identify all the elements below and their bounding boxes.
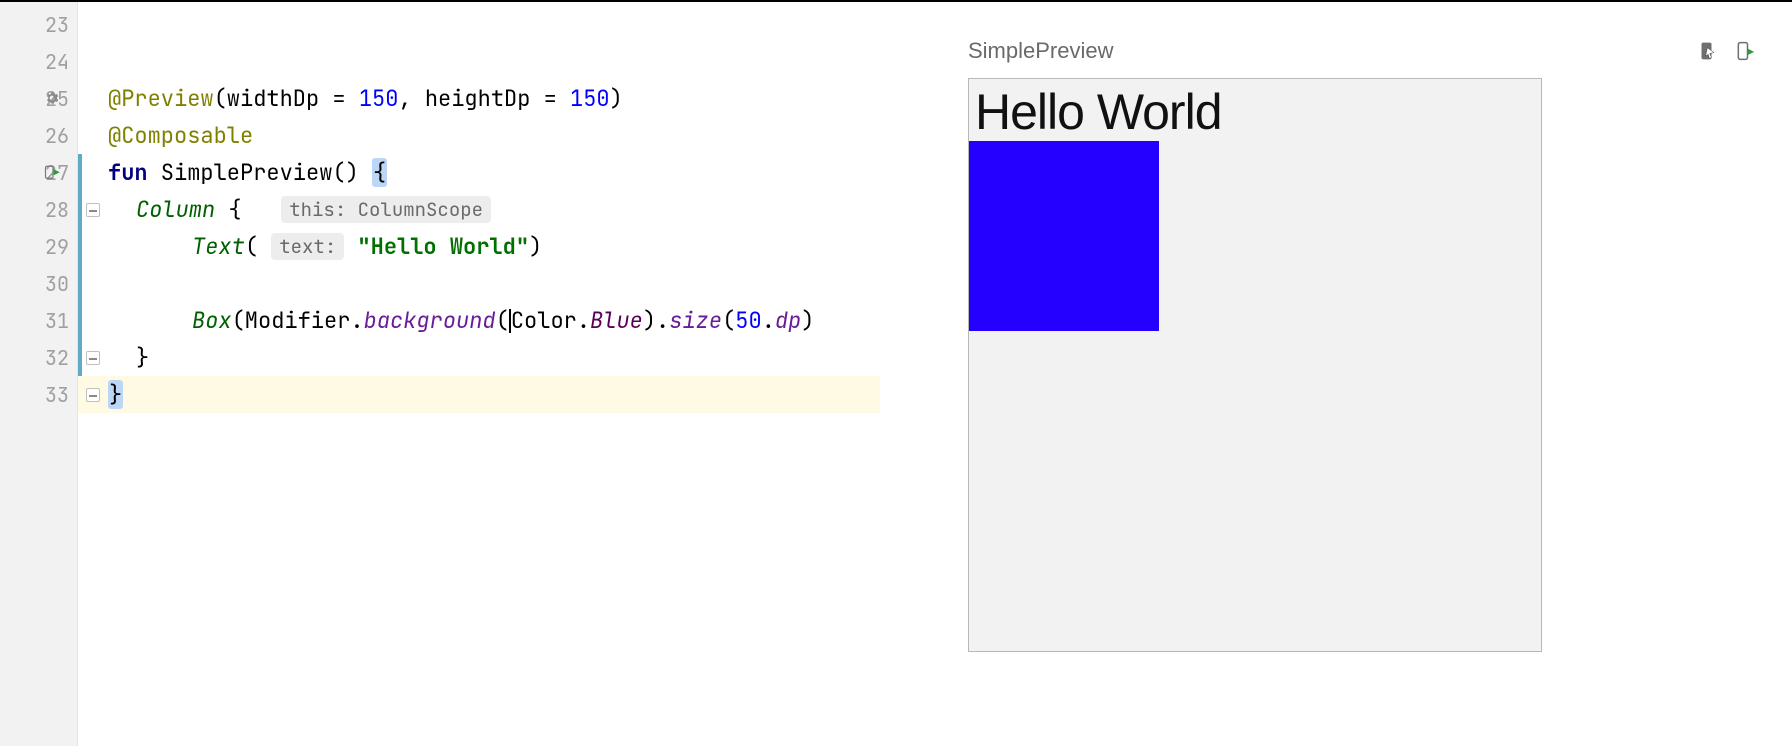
extension-fn: size xyxy=(669,306,722,335)
change-indicator xyxy=(78,339,82,376)
gutter-row[interactable]: 30 xyxy=(0,265,77,302)
enum-value: Blue xyxy=(590,306,643,335)
code-line-current[interactable]: } xyxy=(78,376,880,413)
code-punct: ( xyxy=(496,306,509,335)
code-punct: ) xyxy=(801,306,814,335)
code-punct: . xyxy=(762,306,775,335)
change-indicator xyxy=(78,191,82,228)
change-indicator xyxy=(78,228,82,265)
line-number: 29 xyxy=(45,234,69,260)
extension-prop: dp xyxy=(775,306,801,335)
run-preview-icon[interactable] xyxy=(44,164,62,182)
code-punct: (Modifier. xyxy=(232,306,364,335)
annotation: @Preview xyxy=(108,84,214,113)
editor-pane[interactable]: 23 24 25 26 27 28 29 30 31 32 33 xyxy=(0,2,880,746)
gutter-row[interactable]: 29 xyxy=(0,228,77,265)
extension-fn: background xyxy=(364,306,496,335)
inlay-hint: text: xyxy=(271,233,344,260)
code-line[interactable]: Box(Modifier.background(Color.Blue).size… xyxy=(78,302,880,339)
code-punct: , heightDp = xyxy=(398,84,570,113)
gutter-row[interactable]: 23 xyxy=(0,6,77,43)
function-name: SimplePreview() xyxy=(148,158,372,187)
preview-text-hello: Hello World xyxy=(969,79,1541,141)
line-number: 26 xyxy=(45,123,69,149)
code-line[interactable]: Text( text: "Hello World") xyxy=(78,228,880,265)
code-line[interactable]: fun SimplePreview() { xyxy=(78,154,880,191)
code-punct: ) xyxy=(610,84,623,113)
gutter-row[interactable]: 32 xyxy=(0,339,77,376)
code-line[interactable]: @Composable xyxy=(78,117,880,154)
gutter-row[interactable]: 28 xyxy=(0,191,77,228)
fold-handle-icon[interactable] xyxy=(86,388,100,402)
string-literal: "Hello World" xyxy=(344,232,529,261)
line-number: 31 xyxy=(45,308,69,334)
code-punct: { xyxy=(215,195,281,224)
preview-title: SimplePreview xyxy=(968,38,1114,64)
code-punct: (widthDp = xyxy=(214,84,359,113)
gutter-row[interactable]: 27 xyxy=(0,154,77,191)
composable-call: Box xyxy=(192,306,232,335)
brace-close: } xyxy=(108,380,123,409)
code-punct: ( xyxy=(722,306,735,335)
interactive-preview-icon[interactable] xyxy=(1698,40,1720,62)
change-indicator xyxy=(78,265,82,302)
code-line[interactable] xyxy=(78,6,880,43)
code-line[interactable]: } xyxy=(78,339,880,376)
line-number: 24 xyxy=(45,49,69,75)
code-area[interactable]: @Preview(widthDp = 150, heightDp = 150) … xyxy=(78,2,880,746)
preview-pane: SimplePreview Hello World xyxy=(880,2,1792,746)
line-number: 32 xyxy=(45,345,69,371)
composable-call: Column xyxy=(136,195,215,224)
fold-handle-icon[interactable] xyxy=(86,351,100,365)
preview-header: SimplePreview xyxy=(968,36,1756,66)
code-punct: ( xyxy=(245,232,271,261)
gutter-row[interactable]: 24 xyxy=(0,43,77,80)
editor-gutter: 23 24 25 26 27 28 29 30 31 32 33 xyxy=(0,2,78,746)
gear-icon[interactable] xyxy=(44,90,62,108)
line-number: 30 xyxy=(45,271,69,297)
keyword: fun xyxy=(108,158,148,187)
code-line[interactable]: @Preview(widthDp = 150, heightDp = 150) xyxy=(78,80,880,117)
change-indicator xyxy=(78,154,82,191)
preview-blue-box xyxy=(969,141,1159,331)
brace-open: { xyxy=(372,158,387,187)
gutter-row[interactable]: 33 xyxy=(0,376,77,413)
preview-canvas[interactable]: Hello World xyxy=(968,78,1542,652)
code-punct: ). xyxy=(643,306,669,335)
code-punct: ) xyxy=(529,232,542,261)
change-indicator xyxy=(78,302,82,339)
gutter-row[interactable]: 26 xyxy=(0,117,77,154)
deploy-preview-icon[interactable] xyxy=(1734,40,1756,62)
brace-close: } xyxy=(136,343,149,372)
number-literal: 50 xyxy=(735,306,761,335)
fold-handle-icon[interactable] xyxy=(86,203,100,217)
line-number: 28 xyxy=(45,197,69,223)
class-ref: Color. xyxy=(511,306,590,335)
number-literal: 150 xyxy=(359,84,399,113)
inlay-hint: this: ColumnScope xyxy=(281,196,491,223)
ide-root: 23 24 25 26 27 28 29 30 31 32 33 xyxy=(0,0,1792,746)
composable-call: Text xyxy=(192,232,245,261)
code-line[interactable]: Column { this: ColumnScope xyxy=(78,191,880,228)
annotation: @Composable xyxy=(108,121,253,150)
line-number: 23 xyxy=(45,12,69,38)
preview-toolbar xyxy=(1698,40,1756,62)
code-line[interactable] xyxy=(78,265,880,302)
number-literal: 150 xyxy=(570,84,610,113)
code-line[interactable] xyxy=(78,43,880,80)
gutter-row[interactable]: 25 xyxy=(0,80,77,117)
gutter-row[interactable]: 31 xyxy=(0,302,77,339)
line-number: 33 xyxy=(45,382,69,408)
